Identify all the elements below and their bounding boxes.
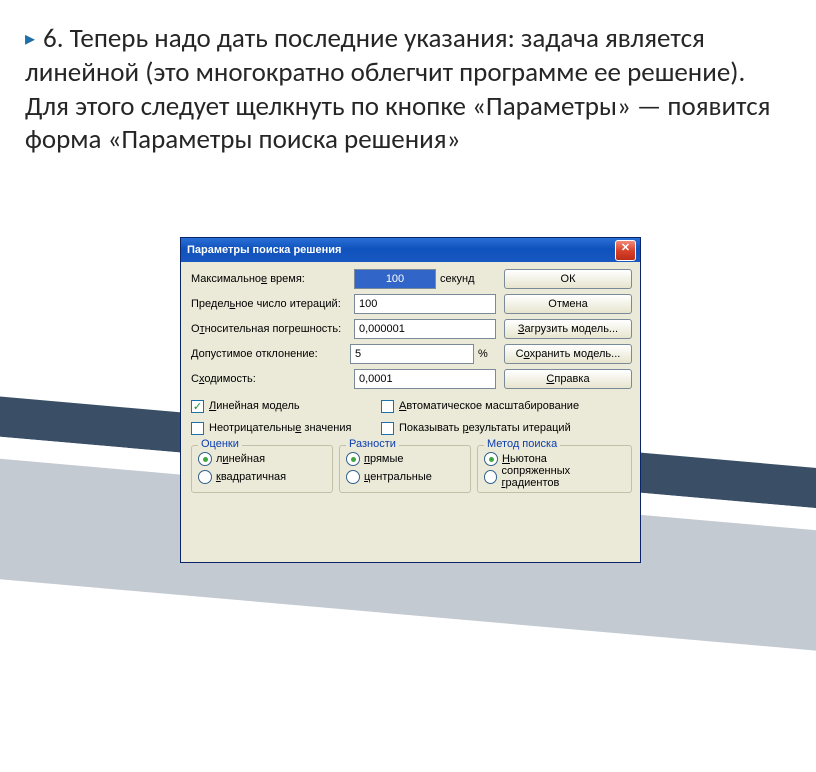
derivatives-forward-label: прямые — [364, 453, 404, 465]
close-button[interactable]: ✕ — [615, 240, 636, 261]
iterations-input[interactable] — [354, 294, 496, 314]
bullet-icon: ▸ — [25, 27, 35, 52]
estimates-linear-radio[interactable] — [198, 452, 212, 466]
search-newton-radio[interactable] — [484, 452, 498, 466]
dialog-title: Параметры поиска решения — [187, 244, 615, 256]
help-button[interactable]: Справка — [504, 369, 632, 389]
deviation-label: Допустимое отклонение: — [191, 348, 350, 360]
autoscale-checkbox[interactable] — [381, 400, 394, 413]
estimates-quadratic-label: квадратичная — [216, 471, 286, 483]
search-conj-label: сопряженных градиентов — [501, 465, 625, 489]
nonneg-checkbox[interactable] — [191, 422, 204, 435]
estimates-legend: Оценки — [198, 438, 242, 450]
derivatives-forward-radio[interactable] — [346, 452, 360, 466]
max-time-input[interactable] — [354, 269, 436, 289]
iterations-label: Предельное число итераций: — [191, 298, 354, 310]
autoscale-label: Автоматическое масштабирование — [399, 400, 579, 412]
search-group: Метод поиска Ньютона сопряженных градиен… — [477, 445, 632, 493]
max-time-unit: секунд — [436, 273, 496, 285]
derivatives-legend: Разности — [346, 438, 399, 450]
deviation-unit: % — [474, 348, 496, 360]
estimates-quadratic-radio[interactable] — [198, 470, 212, 484]
convergence-label: Сходимость: — [191, 373, 354, 385]
convergence-input[interactable] — [354, 369, 496, 389]
estimates-group: Оценки линейная квадратичная — [191, 445, 333, 493]
tolerance-input[interactable] — [354, 319, 496, 339]
search-conj-radio[interactable] — [484, 470, 497, 484]
cancel-button[interactable]: Отмена — [504, 294, 632, 314]
solver-options-dialog: Параметры поиска решения ✕ Максимальное … — [180, 237, 641, 563]
close-icon: ✕ — [621, 242, 630, 254]
slide-bullet: ▸6. Теперь надо дать последние указания:… — [25, 22, 785, 157]
derivatives-central-label: центральные — [364, 471, 432, 483]
load-model-button[interactable]: Загрузить модель... — [504, 319, 632, 339]
save-model-button[interactable]: Сохранить модель... — [504, 344, 632, 364]
search-legend: Метод поиска — [484, 438, 560, 450]
derivatives-group: Разности прямые центральные — [339, 445, 471, 493]
estimates-linear-label: линейная — [216, 453, 265, 465]
ok-button[interactable]: ОК — [504, 269, 632, 289]
showiter-checkbox[interactable] — [381, 422, 394, 435]
bullet-text: 6. Теперь надо дать последние указания: … — [25, 22, 770, 156]
max-time-label: Максимальное время: — [191, 273, 354, 285]
nonneg-label: Неотрицательные значения — [209, 422, 351, 434]
linear-model-checkbox[interactable]: ✓ — [191, 400, 204, 413]
dialog-body: Максимальное время: секунд ОК Предельное… — [181, 262, 640, 499]
tolerance-label: Относительная погрешность: — [191, 323, 354, 335]
showiter-label: Показывать результаты итераций — [399, 422, 571, 434]
derivatives-central-radio[interactable] — [346, 470, 360, 484]
titlebar[interactable]: Параметры поиска решения ✕ — [181, 238, 640, 262]
search-newton-label: Ньютона — [502, 453, 547, 465]
linear-model-label: Линейная модель — [209, 400, 300, 412]
deviation-input[interactable] — [350, 344, 474, 364]
